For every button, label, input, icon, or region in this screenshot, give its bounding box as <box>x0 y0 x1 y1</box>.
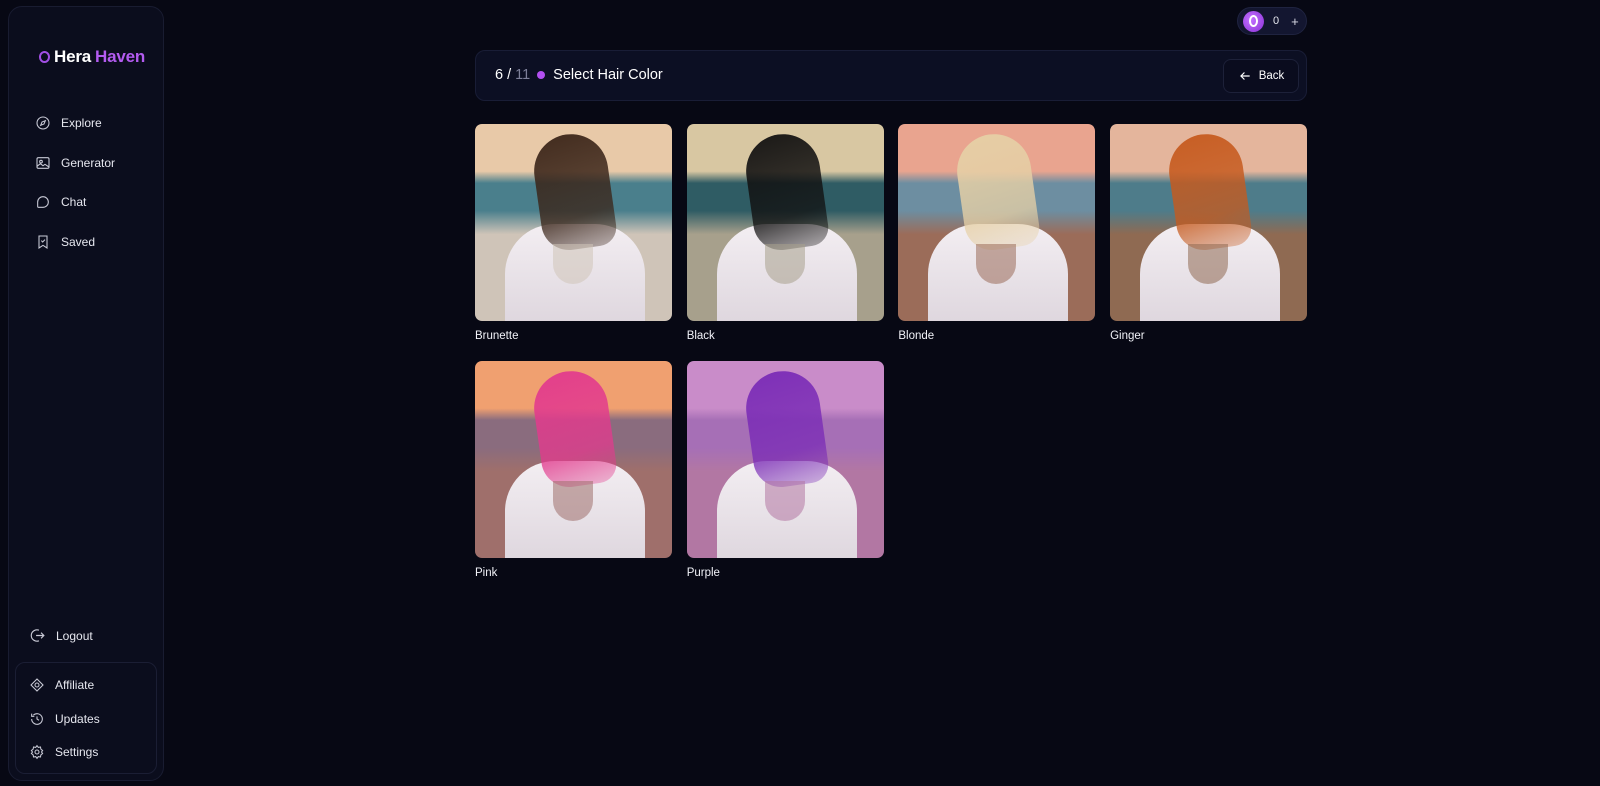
nav-label: Chat <box>61 195 87 210</box>
back-button[interactable]: Back <box>1223 59 1299 93</box>
nav-item-settings[interactable]: Settings <box>29 742 156 762</box>
brand-name-part1: Hera <box>54 47 92 66</box>
option-photo[interactable] <box>475 124 672 321</box>
step-header: 6 / 11 Select Hair Color Back <box>475 50 1307 101</box>
history-icon <box>31 712 43 725</box>
hair-option-purple[interactable]: Purple <box>686 361 884 579</box>
sidebar: Hera Haven Explore Generator Chat Saved L… <box>8 6 164 781</box>
step-dot <box>537 71 546 79</box>
chat-bubble-icon <box>37 196 49 209</box>
option-label: Purple <box>686 567 720 579</box>
nav-label: Saved <box>61 234 96 249</box>
option-photo[interactable] <box>686 124 884 321</box>
page-title: Select Hair Color <box>553 67 663 83</box>
nav-item-generator[interactable]: Generator <box>35 151 115 175</box>
nav-label: Updates <box>55 711 100 726</box>
bookmark-icon <box>38 235 48 249</box>
option-label: Brunette <box>475 330 519 342</box>
step-current: 6 <box>495 67 504 83</box>
hair-color-grid: Brunette Black Blonde Ginger Pink Purple <box>475 124 1308 579</box>
nav-item-affiliate[interactable]: Affiliate <box>29 675 156 695</box>
option-label: Pink <box>475 567 498 579</box>
brand-logo[interactable]: Hera Haven <box>39 47 145 67</box>
step-title: 6 / 11 Select Hair Color <box>495 67 663 83</box>
credits-pill: 0 + <box>1237 7 1307 35</box>
add-credits-button[interactable]: + <box>1291 14 1299 29</box>
secondary-nav: Affiliate Updates Settings <box>15 662 157 774</box>
option-label: Ginger <box>1110 330 1145 342</box>
logout-button[interactable]: Logout <box>29 627 93 644</box>
hair-option-blonde[interactable]: Blonde <box>898 124 1096 342</box>
gear-icon <box>30 744 44 760</box>
hair-option-black[interactable]: Black <box>686 124 884 342</box>
hair-option-ginger[interactable]: Ginger <box>1110 124 1308 342</box>
nav-item-updates[interactable]: Updates <box>29 709 156 729</box>
option-photo[interactable] <box>475 361 672 558</box>
coin-icon <box>1243 10 1264 32</box>
nav-item-chat[interactable]: Chat <box>35 190 115 214</box>
option-label: Black <box>686 330 715 342</box>
option-label: Blonde <box>898 330 935 342</box>
nav-label: Generator <box>61 155 116 170</box>
arrow-left-icon <box>1239 72 1250 80</box>
nav-label: Affiliate <box>55 678 95 692</box>
logout-label: Logout <box>56 628 93 643</box>
affiliate-icon <box>30 678 44 692</box>
option-photo[interactable] <box>686 361 884 558</box>
nav-label: Explore <box>61 116 102 130</box>
step-separator: / <box>507 67 512 83</box>
compass-icon <box>36 116 50 130</box>
nav-label: Settings <box>55 745 99 759</box>
credits-count: 0 <box>1273 15 1280 27</box>
option-photo[interactable] <box>1110 124 1308 321</box>
logo-ring-icon <box>39 51 50 63</box>
main-nav: Explore Generator Chat Saved <box>35 111 115 269</box>
nav-item-saved[interactable]: Saved <box>35 230 115 254</box>
hair-option-brunette[interactable]: Brunette <box>475 124 672 342</box>
back-label: Back <box>1258 70 1285 82</box>
image-generator-icon <box>36 156 50 169</box>
brand-name-part2: Haven <box>95 47 146 66</box>
step-total: 11 <box>515 67 531 83</box>
option-photo[interactable] <box>898 124 1096 321</box>
nav-item-explore[interactable]: Explore <box>35 111 115 135</box>
hair-option-pink[interactable]: Pink <box>475 361 672 579</box>
logout-icon <box>30 629 45 642</box>
